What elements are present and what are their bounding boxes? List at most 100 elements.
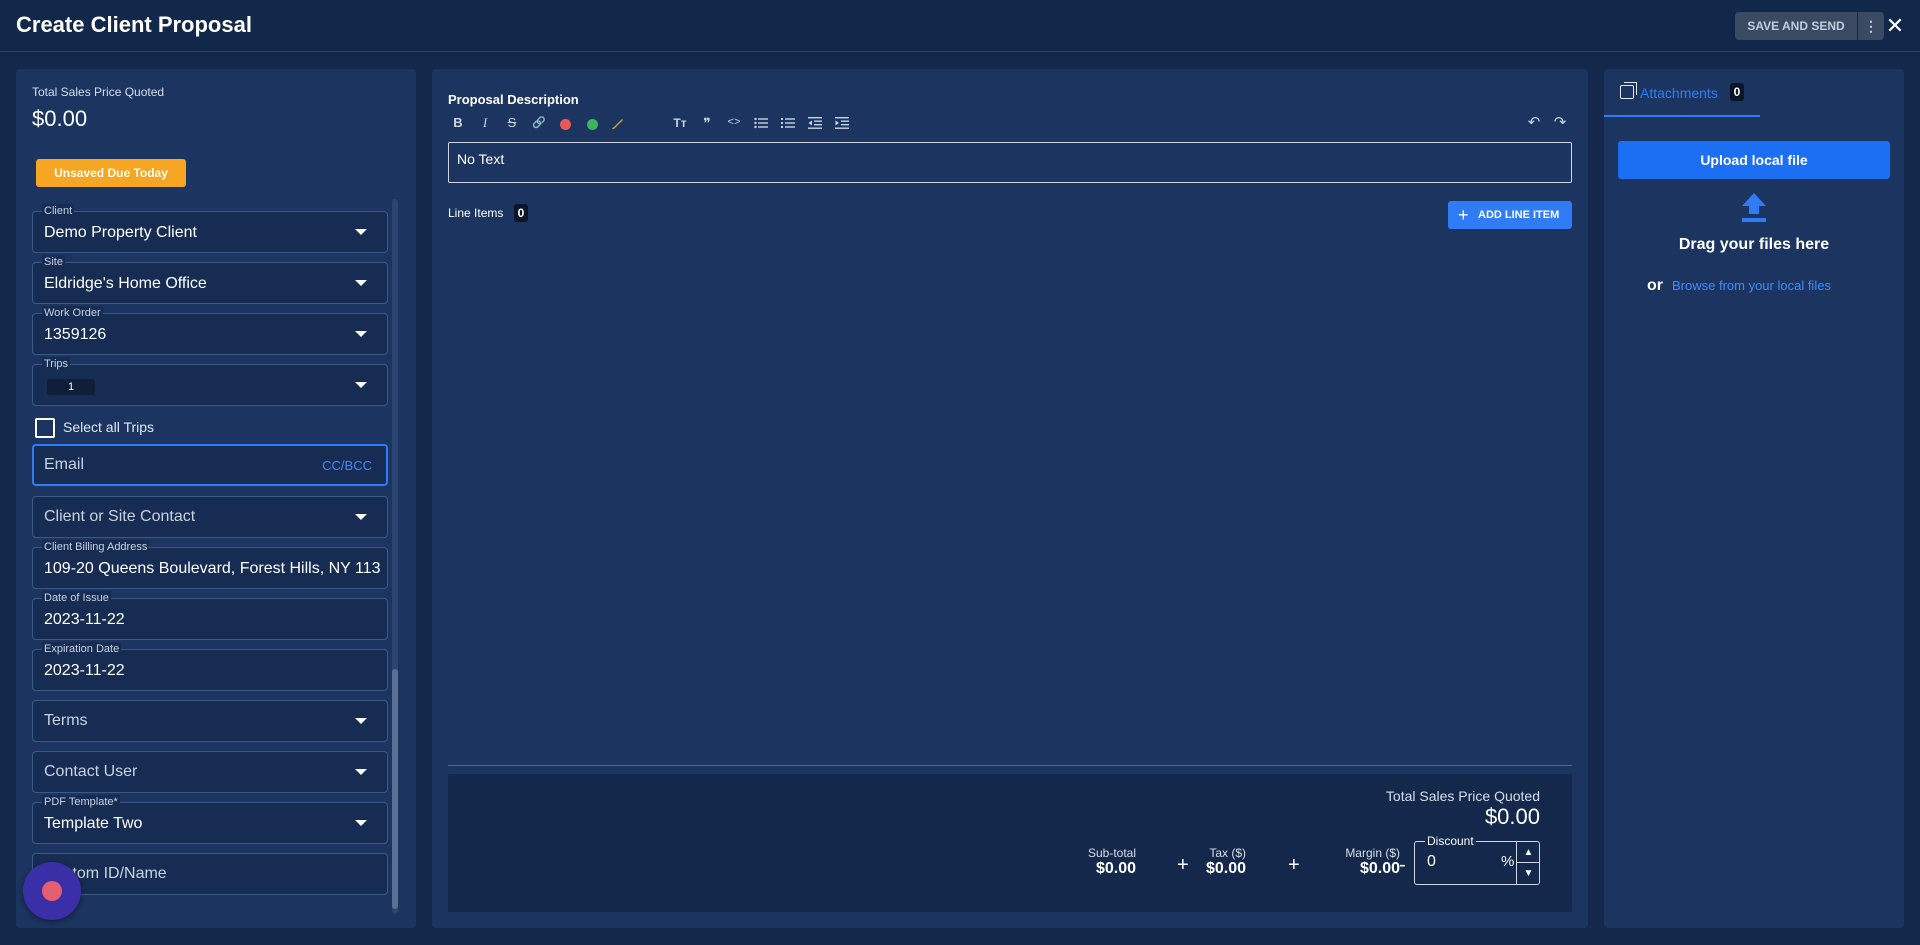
chevron-down-icon bbox=[355, 229, 367, 235]
save-and-send-button[interactable]: SAVE AND SEND bbox=[1735, 12, 1857, 40]
expiration-date-label: Expiration Date bbox=[42, 642, 122, 656]
trip-chip[interactable]: 1 bbox=[47, 379, 95, 395]
select-all-trips-label: Select all Trips bbox=[63, 419, 155, 435]
text-color-red-icon[interactable] bbox=[560, 119, 571, 130]
discount-value: 0 bbox=[1427, 853, 1436, 870]
proposal-description-text: No Text bbox=[457, 151, 505, 167]
work-order-value: 1359126 bbox=[44, 326, 107, 343]
minus-sign: - bbox=[1399, 854, 1406, 876]
chevron-down-icon[interactable]: ▼ bbox=[1517, 863, 1540, 884]
chevron-down-icon bbox=[355, 820, 367, 826]
discount-stepper: ▲ ▼ bbox=[1516, 842, 1540, 884]
billing-address-value: 109-20 Queens Boulevard, Forest Hills, N… bbox=[44, 560, 380, 577]
totals-total-value: $0.00 bbox=[1484, 804, 1540, 829]
client-value: Demo Property Client bbox=[44, 224, 197, 241]
subtotal-label: Sub-total bbox=[1087, 846, 1136, 860]
chat-launcher-button[interactable] bbox=[23, 862, 81, 920]
expiration-date-value: 2023-11-22 bbox=[44, 662, 125, 679]
attachments-tab-label: Attachments bbox=[1640, 85, 1718, 101]
total-sales-price-label: Total Sales Price Quoted bbox=[32, 85, 165, 99]
upload-arrow-icon bbox=[1742, 193, 1766, 223]
site-label: Site bbox=[42, 255, 65, 269]
chat-dot-icon bbox=[42, 881, 62, 901]
proposal-details-panel: Total Sales Price Quoted $0.00 Unsaved D… bbox=[16, 69, 416, 928]
bold-icon[interactable]: B bbox=[448, 113, 468, 133]
site-select[interactable]: Site Eldridge's Home Office bbox=[32, 255, 388, 304]
trips-label: Trips bbox=[42, 357, 71, 371]
upload-local-file-button[interactable]: Upload local file bbox=[1618, 141, 1890, 179]
contact-user-select[interactable]: Contact User bbox=[32, 751, 388, 793]
link-icon[interactable]: 🔗 bbox=[529, 113, 549, 133]
custom-id-placeholder: Custom ID/Name bbox=[44, 865, 167, 882]
billing-address-field[interactable]: Client Billing Address 109-20 Queens Bou… bbox=[32, 540, 388, 589]
italic-icon[interactable]: I bbox=[475, 113, 495, 133]
more-options-icon[interactable]: ⋮ bbox=[1858, 12, 1884, 40]
plus-sign: + bbox=[1288, 854, 1300, 876]
bullet-list-icon[interactable] bbox=[751, 113, 771, 133]
indent-icon[interactable] bbox=[832, 113, 852, 133]
tab-attachments[interactable]: Attachments 0 bbox=[1604, 69, 1760, 117]
select-all-trips-checkbox[interactable] bbox=[35, 418, 55, 438]
page-title: Create Client Proposal bbox=[16, 12, 252, 37]
discount-label: Discount bbox=[1425, 834, 1476, 848]
text-size-icon[interactable]: Tт bbox=[670, 113, 690, 133]
contact-user-placeholder: Contact User bbox=[44, 763, 138, 780]
scrollbar-thumb[interactable] bbox=[392, 669, 398, 909]
trips-select[interactable]: Trips 1 bbox=[32, 357, 388, 406]
highlighter-icon[interactable] bbox=[608, 113, 628, 133]
work-order-label: Work Order bbox=[42, 306, 103, 320]
chevron-down-icon bbox=[355, 769, 367, 775]
add-line-item-label: ADD LINE ITEM bbox=[1478, 209, 1560, 221]
status-badge: Unsaved Due Today bbox=[36, 159, 186, 187]
cc-bcc-link[interactable]: CC/BCC bbox=[322, 458, 372, 473]
browse-local-files-link[interactable]: Browse from your local files bbox=[1672, 278, 1831, 293]
work-order-select[interactable]: Work Order 1359126 bbox=[32, 306, 388, 355]
text-color-green-icon[interactable] bbox=[587, 119, 598, 130]
outdent-icon[interactable] bbox=[805, 113, 825, 133]
chevron-down-icon bbox=[355, 382, 367, 388]
numbered-list-icon[interactable] bbox=[778, 113, 798, 133]
terms-placeholder: Terms bbox=[44, 712, 88, 729]
pdf-template-select[interactable]: PDF Template* Template Two bbox=[32, 795, 388, 844]
line-items-label: Line Items bbox=[448, 206, 504, 220]
billing-address-label: Client Billing Address bbox=[42, 540, 150, 554]
site-value: Eldridge's Home Office bbox=[44, 275, 207, 292]
contact-placeholder: Client or Site Contact bbox=[44, 508, 196, 525]
line-items-count: 0 bbox=[514, 204, 528, 222]
totals-total-label: Total Sales Price Quoted bbox=[1385, 788, 1540, 804]
redo-icon[interactable]: ↷ bbox=[1550, 113, 1570, 133]
add-line-item-button[interactable]: + ADD LINE ITEM bbox=[1448, 201, 1572, 229]
divider bbox=[448, 765, 1572, 766]
date-of-issue-field[interactable]: Date of Issue 2023-11-22 bbox=[32, 591, 388, 640]
quote-icon[interactable]: ❞ bbox=[697, 113, 717, 133]
contact-select[interactable]: Client or Site Contact bbox=[32, 496, 388, 538]
discount-input[interactable]: Discount 0 % ▲ ▼ bbox=[1414, 834, 1540, 885]
expiration-date-field[interactable]: Expiration Date 2023-11-22 bbox=[32, 642, 388, 691]
close-icon[interactable]: ✕ bbox=[1882, 12, 1908, 40]
strikethrough-icon[interactable]: S bbox=[502, 113, 522, 133]
subtotal-group: Sub-total $0.00 bbox=[1088, 846, 1136, 878]
chevron-down-icon bbox=[355, 514, 367, 520]
date-of-issue-value: 2023-11-22 bbox=[44, 611, 125, 628]
undo-icon[interactable]: ↶ bbox=[1524, 113, 1544, 133]
terms-select[interactable]: Terms bbox=[32, 700, 388, 742]
custom-id-field[interactable]: Custom ID/Name bbox=[32, 853, 388, 895]
pdf-template-label: PDF Template* bbox=[42, 795, 120, 809]
plus-sign: + bbox=[1177, 854, 1189, 876]
plus-icon: + bbox=[1458, 205, 1469, 225]
client-select[interactable]: Client Demo Property Client bbox=[32, 204, 388, 253]
tax-value: $0.00 bbox=[1205, 860, 1246, 877]
code-icon[interactable]: <> bbox=[724, 113, 744, 133]
email-field[interactable]: Email CC/BCC bbox=[32, 444, 388, 486]
chevron-up-icon[interactable]: ▲ bbox=[1517, 842, 1540, 863]
chevron-down-icon bbox=[355, 280, 367, 286]
proposal-editor-panel: Proposal Description B I S 🔗 Tт ❞ <> ↶ ↷… bbox=[432, 69, 1588, 928]
attachments-panel: Attachments 0 Upload local file Drag you… bbox=[1604, 69, 1904, 928]
date-of-issue-label: Date of Issue bbox=[42, 591, 111, 605]
chevron-down-icon bbox=[355, 718, 367, 724]
client-label: Client bbox=[42, 204, 75, 218]
top-bar: Create Client Proposal SAVE AND SEND ⋮ ✕ bbox=[0, 0, 1920, 52]
rich-text-toolbar: B I S 🔗 Tт ❞ <> ↶ ↷ bbox=[448, 113, 1572, 133]
proposal-description-editor[interactable]: No Text bbox=[448, 142, 1572, 183]
margin-label: Margin ($) bbox=[1345, 846, 1400, 860]
